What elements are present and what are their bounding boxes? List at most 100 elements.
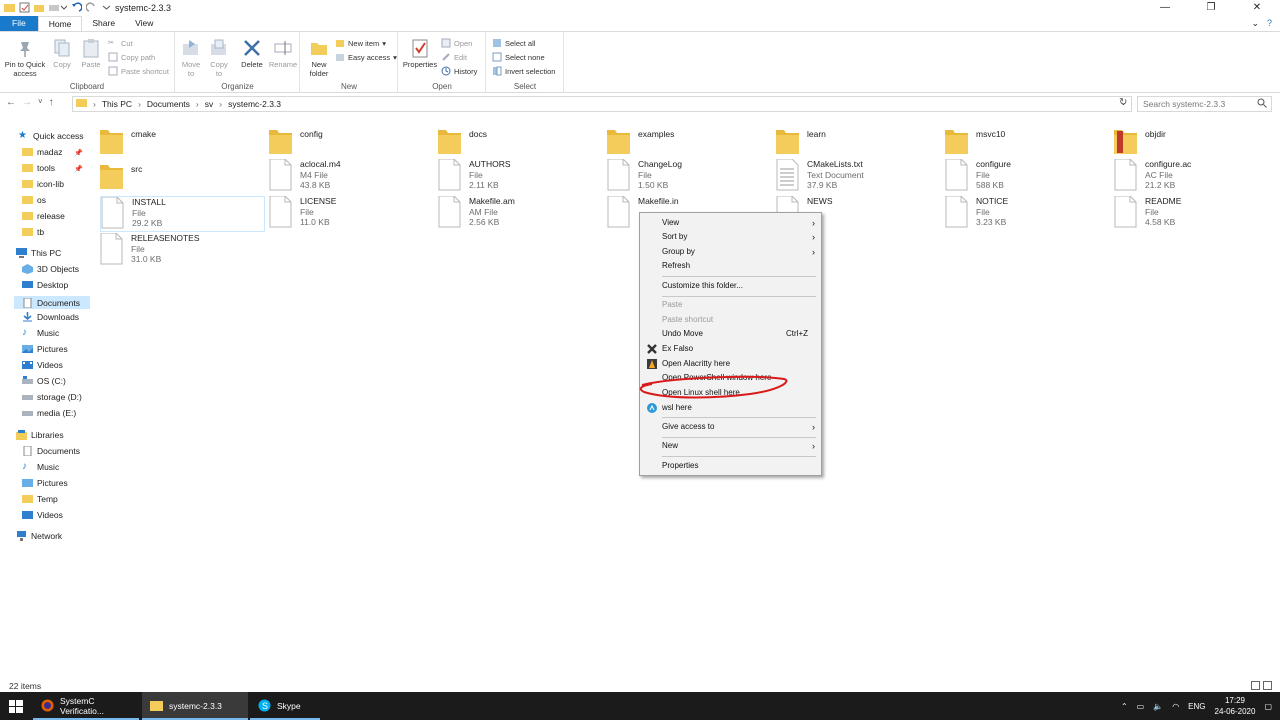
address-bar[interactable]: › This PC › Documents › sv › systemc-2.3… <box>72 96 1132 112</box>
pin-quick-access-button[interactable]: Pin to Quick access <box>4 38 46 78</box>
menu-item-paste-shortcut[interactable]: Paste shortcut <box>640 313 821 327</box>
select-none-button[interactable]: Select none <box>492 52 545 62</box>
notification-icon[interactable]: ▢ <box>1264 702 1272 711</box>
redo-icon[interactable] <box>85 2 97 13</box>
nav-item-os[interactable]: os <box>22 195 46 205</box>
copy-button[interactable]: Copy <box>50 38 74 69</box>
file-item[interactable]: README File 4.58 KB <box>1114 196 1279 232</box>
windows-start-icon[interactable] <box>9 700 23 713</box>
invert-selection-button[interactable]: Invert selection <box>492 66 555 76</box>
nav-item-tb[interactable]: tb <box>22 227 44 237</box>
breadcrumb-this-pc[interactable]: This PC <box>102 99 132 109</box>
nav-item-desktop[interactable]: Desktop <box>22 280 68 290</box>
breadcrumb-documents[interactable]: Documents <box>147 99 190 109</box>
tab-home[interactable]: Home <box>37 16 83 31</box>
search-box[interactable]: Search systemc-2.3.3 <box>1137 96 1272 112</box>
file-item[interactable]: RELEASENOTES File 31.0 KB <box>100 233 265 269</box>
dropdown-icon[interactable] <box>101 2 112 13</box>
file-item[interactable]: examples <box>607 124 772 160</box>
easy-access-button[interactable]: Easy access ▾ <box>335 52 397 62</box>
menu-item-sort-by[interactable]: Sort by › <box>640 230 821 244</box>
details-view-icon[interactable] <box>1251 681 1260 690</box>
file-item[interactable]: ChangeLog File 1.50 KB <box>607 159 772 195</box>
nav-item-tools[interactable]: tools <box>22 163 55 173</box>
volume-icon[interactable]: 🔈 <box>1153 702 1163 711</box>
new-item-button[interactable]: New item ▾ <box>335 38 386 48</box>
nav-this-pc[interactable]: This PC <box>16 248 61 258</box>
taskbar-file-explorer[interactable]: systemc-2.3.3 <box>142 692 248 720</box>
wifi-icon[interactable]: ◠ <box>1172 702 1179 711</box>
menu-item-view[interactable]: View › <box>640 216 821 230</box>
undo-icon[interactable] <box>71 2 83 13</box>
forward-arrow-icon[interactable]: → <box>22 97 32 108</box>
rename-button[interactable]: Rename <box>268 38 298 69</box>
recent-locations-icon[interactable]: ˅ <box>38 97 43 108</box>
refresh-icon[interactable]: ↻ <box>1119 97 1127 108</box>
file-item[interactable]: NOTICE File 3.23 KB <box>945 196 1110 232</box>
select-all-button[interactable]: Select all <box>492 38 535 48</box>
nav-item-release[interactable]: release <box>22 211 65 221</box>
nav-lib-music[interactable]: ♪ Music <box>22 462 59 473</box>
nav-item-videos[interactable]: Videos <box>22 360 63 370</box>
nav-item-icon-lib[interactable]: icon-lib <box>22 179 64 189</box>
file-item[interactable]: LICENSE File 11.0 KB <box>269 196 434 232</box>
collapse-ribbon-icon[interactable]: ⌄ <box>1251 18 1259 29</box>
history-button[interactable]: History <box>441 66 477 76</box>
large-icons-view-icon[interactable] <box>1263 681 1272 690</box>
up-arrow-icon[interactable]: ↑ <box>49 97 54 108</box>
delete-button[interactable]: Delete <box>239 38 265 69</box>
breadcrumb-separator[interactable]: › <box>219 99 222 109</box>
file-item[interactable]: src <box>100 159 265 195</box>
close-button[interactable]: ✕ <box>1234 0 1280 16</box>
file-item[interactable]: Makefile.am AM File 2.56 KB <box>438 196 603 232</box>
minimize-button[interactable]: — <box>1142 0 1188 16</box>
nav-lib-temp[interactable]: Temp <box>22 494 58 504</box>
edit-button[interactable]: Edit <box>441 52 467 62</box>
new-folder-button[interactable]: New folder <box>305 38 333 78</box>
nav-lib-documents[interactable]: Documents <box>22 445 80 457</box>
file-item[interactable]: msvc10 <box>945 124 1110 160</box>
back-arrow-icon[interactable]: ← <box>6 97 16 108</box>
file-item[interactable]: INSTALL File 29.2 KB <box>100 196 265 232</box>
nav-lib-videos[interactable]: Videos <box>22 510 63 520</box>
menu-item-group-by[interactable]: Group by › <box>640 245 821 259</box>
nav-item-storage-d[interactable]: storage (D:) <box>22 392 82 402</box>
menu-item-properties[interactable]: Properties <box>640 459 821 473</box>
breadcrumb-separator[interactable]: › <box>196 99 199 109</box>
menu-item-customize[interactable]: Customize this folder... <box>640 279 821 293</box>
nav-lib-pictures[interactable]: Pictures <box>22 478 68 488</box>
properties-icon[interactable] <box>19 2 30 13</box>
language-indicator[interactable]: ENG <box>1188 702 1205 711</box>
customize-qat-icon[interactable] <box>49 2 68 13</box>
tab-view[interactable]: View <box>125 16 163 31</box>
file-item[interactable]: objdir <box>1114 124 1279 160</box>
file-item[interactable]: configure.ac AC File 21.2 KB <box>1114 159 1279 195</box>
file-item[interactable]: learn <box>776 124 941 160</box>
menu-item-paste[interactable]: Paste <box>640 298 821 312</box>
nav-item-os-c[interactable]: OS (C:) <box>22 376 66 386</box>
tab-share[interactable]: Share <box>82 16 125 31</box>
paste-button[interactable]: Paste <box>78 38 104 69</box>
properties-button[interactable]: Properties <box>402 38 438 69</box>
nav-item-3d-objects[interactable]: 3D Objects <box>22 264 79 274</box>
menu-item-new[interactable]: New › <box>640 439 821 453</box>
file-item[interactable]: aclocal.m4 M4 File 43.8 KB <box>269 159 434 195</box>
file-item[interactable]: configure File 588 KB <box>945 159 1110 195</box>
nav-item-pictures[interactable]: Pictures <box>22 344 68 354</box>
file-item[interactable]: cmake <box>100 124 265 160</box>
tab-file[interactable]: File <box>0 16 38 31</box>
menu-item-give-access[interactable]: Give access to › <box>640 420 821 434</box>
nav-item-documents[interactable]: Documents <box>14 296 90 309</box>
clock[interactable]: 17:29 24-06-2020 <box>1215 695 1256 717</box>
nav-item-media-e[interactable]: media (E:) <box>22 408 76 418</box>
menu-item-undo-move[interactable]: Undo Move Ctrl+Z <box>640 327 821 341</box>
nav-item-madaz[interactable]: madaz <box>22 147 63 157</box>
paste-shortcut-button[interactable]: Paste shortcut <box>108 66 169 76</box>
file-item[interactable]: docs <box>438 124 603 160</box>
maximize-button[interactable]: ❐ <box>1188 0 1234 16</box>
nav-libraries[interactable]: Libraries <box>16 430 64 440</box>
open-button[interactable]: Open <box>441 38 472 48</box>
breadcrumb-sv[interactable]: sv <box>205 99 214 109</box>
move-to-button[interactable]: Move to <box>179 38 203 78</box>
nav-item-music[interactable]: ♪ Music <box>22 328 59 339</box>
